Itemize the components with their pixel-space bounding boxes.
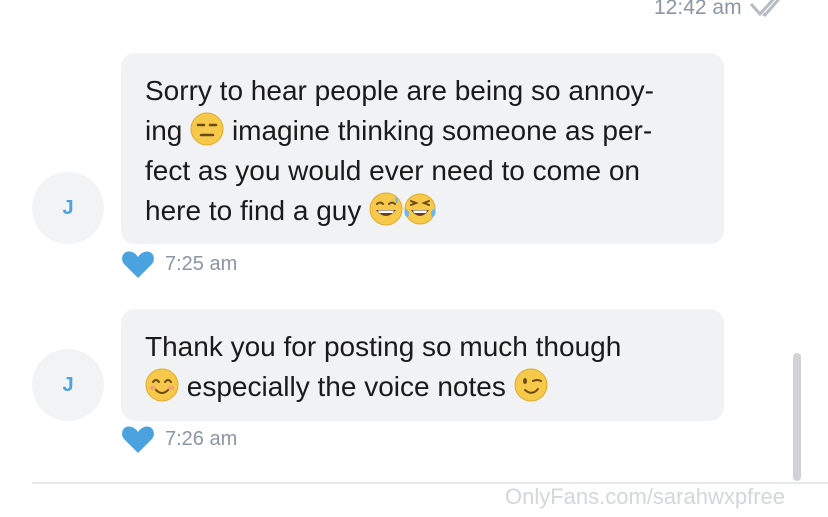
message-bubble[interactable]: Sorry to hear people are being so annoy-…	[121, 53, 724, 244]
message-line: ing imagine thinking someone as per-	[145, 111, 700, 151]
grinning-sweat-face-icon	[369, 192, 403, 226]
message-text: fect as you would ever need to come on	[145, 155, 640, 186]
tears-of-joy-face-icon	[404, 193, 436, 225]
heart-icon[interactable]	[121, 249, 155, 279]
heart-icon[interactable]	[121, 424, 155, 454]
sender-avatar[interactable]: J	[32, 172, 104, 244]
message-text: Thank you for posting so much though	[145, 331, 622, 362]
message-text: Sorry to hear people are being so annoy-	[145, 75, 654, 106]
message-text: ing	[145, 115, 183, 146]
message-text: here to find a guy	[145, 195, 362, 226]
scrollbar-thumb[interactable]	[793, 353, 801, 481]
message-line: fect as you would ever need to come on	[145, 151, 700, 191]
watermark: OnlyFans.com/sarahwxpfree	[505, 484, 785, 509]
message-line: especially the voice notes	[145, 367, 700, 407]
message-line: Thank you for posting so much though	[145, 327, 700, 367]
message-text: especially the voice notes	[186, 371, 506, 402]
avatar-initial: J	[62, 196, 74, 219]
double-check-icon	[749, 0, 781, 17]
previous-message-time: 12:42 am	[654, 0, 742, 19]
message-time: 7:25 am	[165, 252, 238, 275]
sender-avatar[interactable]: J	[32, 349, 104, 421]
avatar-initial: J	[62, 373, 74, 396]
message-meta: 7:25 am	[121, 249, 237, 279]
message-bubble[interactable]: Thank you for posting so much though esp…	[121, 309, 724, 421]
winking-face-icon	[514, 368, 548, 402]
message-line: Sorry to hear people are being so annoy-	[145, 71, 700, 111]
message-meta: 7:26 am	[121, 424, 237, 454]
message-text: imagine thinking someone as per-	[231, 115, 653, 146]
message-line: here to find a guy	[145, 191, 700, 231]
expressionless-face-icon	[190, 112, 224, 146]
message-time: 7:26 am	[165, 427, 238, 450]
smiling-face-icon	[145, 368, 179, 402]
